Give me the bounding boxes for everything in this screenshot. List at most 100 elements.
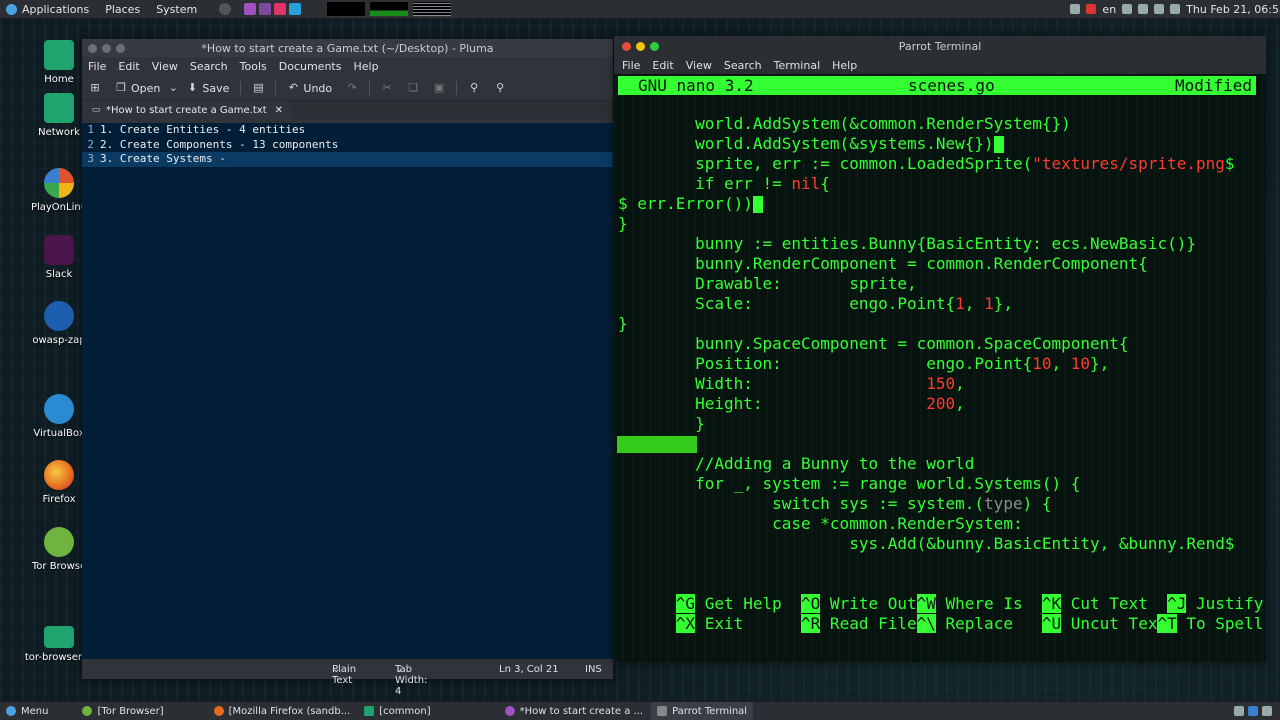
menu-file[interactable]: File <box>82 60 112 73</box>
copy-button[interactable]: ❏ <box>400 77 426 99</box>
menu-edit[interactable]: Edit <box>112 60 145 73</box>
network-icon[interactable] <box>1170 4 1181 14</box>
syntax-mode-selector[interactable]: Plain Text ⌄ <box>332 664 356 686</box>
shortcut-to-spell[interactable]: ^T To Spell <box>1157 614 1263 633</box>
document-tab[interactable]: ▭ *How to start create a Game.txt ✕ <box>82 101 292 119</box>
minimize-button[interactable] <box>102 43 111 53</box>
terminal-titlebar[interactable]: Parrot Terminal <box>614 36 1266 56</box>
memory-graph <box>369 1 410 17</box>
parrot-logo-icon[interactable] <box>6 3 17 15</box>
code-line: if err != nil{ <box>618 174 830 193</box>
clock[interactable]: Thu Feb 21, 06:55 <box>1186 3 1280 16</box>
menu-search[interactable]: Search <box>184 60 234 73</box>
code-line: Position: engo.Point{10, 10}, <box>618 354 1110 373</box>
folder-icon <box>364 706 375 716</box>
open-dropdown-icon[interactable]: ⌄ <box>167 82 179 94</box>
menu-documents[interactable]: Documents <box>273 60 348 73</box>
shortcut-read-file[interactable]: ^R Read File <box>801 614 917 633</box>
cpu-graph <box>326 1 367 17</box>
taskbar-item-terminal[interactable]: Parrot Terminal <box>651 702 754 720</box>
workspace-icon[interactable] <box>1234 706 1244 716</box>
update-icon[interactable] <box>1070 4 1081 14</box>
close-button[interactable] <box>88 43 97 53</box>
pluma-titlebar[interactable]: *How to start create a Game.txt (~/Deskt… <box>82 39 613 57</box>
document-icon: ▭ <box>91 105 101 115</box>
mail-icon[interactable] <box>1138 4 1149 14</box>
tab-width-selector[interactable]: Tab Width: 4 ⌄ <box>395 664 427 697</box>
menu-terminal[interactable]: Terminal <box>768 59 827 72</box>
keyboard-layout[interactable]: en <box>1102 3 1116 16</box>
record-icon[interactable] <box>1086 4 1097 14</box>
menu-edit[interactable]: Edit <box>646 59 679 72</box>
workspace-icon[interactable] <box>1262 706 1272 716</box>
code-line: bunny := entities.Bunny{BasicEntity: ecs… <box>618 234 1196 253</box>
main-menu-button[interactable]: Menu <box>0 702 54 720</box>
tor-browser-icon <box>44 527 74 557</box>
volume-icon[interactable] <box>1154 4 1165 14</box>
applications-menu[interactable]: Applications <box>22 0 97 18</box>
tor-browser-icon <box>82 706 93 716</box>
slack-icon <box>44 235 74 265</box>
workspace-active-icon[interactable] <box>1248 706 1258 716</box>
editor-launcher-icon[interactable] <box>244 3 257 15</box>
menu-icon <box>6 706 16 716</box>
owasp-zap-icon <box>44 301 74 331</box>
cut-button[interactable]: ✂ <box>374 77 400 99</box>
playonlinux-icon <box>44 168 74 198</box>
taskbar-item-pluma[interactable]: *How to start create a ... <box>499 702 649 720</box>
system-menu[interactable]: System <box>148 0 205 18</box>
minimize-button[interactable] <box>636 41 645 51</box>
line-number: 1 <box>87 123 94 136</box>
editor-line-current: 3 3. Create Systems - <box>82 152 613 167</box>
toolbar-separator <box>275 81 277 95</box>
paste-button[interactable]: ▣ <box>426 77 452 99</box>
maximize-button[interactable] <box>116 43 125 53</box>
close-tab-icon[interactable]: ✕ <box>275 105 283 116</box>
shortcut-replace[interactable]: ^\ Replace <box>916 614 1042 633</box>
menu-search[interactable]: Search <box>718 59 768 72</box>
new-document-button[interactable]: ⊞ <box>82 77 108 99</box>
home-folder-icon <box>44 40 74 70</box>
cursor-position: Ln 3, Col 21 <box>499 663 559 675</box>
menu-view[interactable]: View <box>146 60 184 73</box>
taskbar-item-firefox[interactable]: [Mozilla Firefox (sandb... <box>208 702 357 720</box>
menu-view[interactable]: View <box>680 59 718 72</box>
shortcut-exit[interactable]: ^X Exit <box>675 614 801 633</box>
menu-file[interactable]: File <box>616 59 646 72</box>
terminal-body[interactable]: GNU nano 3.2 scenes.go Modified world.Ad… <box>614 74 1266 662</box>
open-button[interactable]: ❐ Open <box>108 77 167 99</box>
pluma-toolbar: ⊞ ❐ Open ⌄ ⬇ Save ▤ ↶ Undo ↷ ✂ ❏ ▣ ⚲ ⚲ <box>82 76 613 101</box>
save-button[interactable]: ⬇ Save <box>179 77 236 99</box>
code-line: bunny.SpaceComponent = common.SpaceCompo… <box>618 334 1129 353</box>
taskbar-item-common[interactable]: [common] <box>358 702 436 720</box>
places-menu[interactable]: Places <box>97 0 148 18</box>
pluma-icon <box>504 706 515 716</box>
print-button[interactable]: ▤ <box>245 77 271 99</box>
find-replace-button[interactable]: ⚲ <box>487 77 513 99</box>
pluma-statusbar: Plain Text ⌄ Tab Width: 4 ⌄ Ln 3, Col 21… <box>82 659 613 697</box>
close-button[interactable] <box>622 41 631 51</box>
browser-launcher-icon[interactable] <box>289 3 302 15</box>
editor-line: 1 1. Create Entities - 4 entities <box>82 123 613 138</box>
menu-help[interactable]: Help <box>826 59 863 72</box>
undo-button[interactable]: ↶ Undo <box>280 77 339 99</box>
menu-help[interactable]: Help <box>347 60 384 73</box>
nano-shortcuts-row-1: ^G Get Help ^O Write Out^W Where Is ^K C… <box>618 574 1263 613</box>
display-icon[interactable] <box>1122 4 1133 14</box>
shortcut-uncut-text[interactable]: ^U Uncut Tex <box>1041 614 1157 633</box>
slack-launcher-icon[interactable] <box>259 3 272 15</box>
firefox-icon <box>44 460 74 490</box>
maximize-button[interactable] <box>650 41 659 51</box>
find-button[interactable]: ⚲ <box>461 77 487 99</box>
menu-tools[interactable]: Tools <box>234 60 273 73</box>
taskbar-item-tor-browser[interactable]: [Tor Browser] <box>76 702 169 720</box>
app-launcher-icon[interactable] <box>274 3 287 15</box>
text-editor[interactable]: 1 1. Create Entities - 4 entities 2 2. C… <box>82 123 613 659</box>
code-line: Scale: engo.Point{1, 1}, <box>618 294 1013 313</box>
copy-icon: ❏ <box>408 81 419 94</box>
code-line: //Adding a Bunny to the world <box>618 454 975 473</box>
search-replace-icon: ⚲ <box>496 81 505 94</box>
redo-button[interactable]: ↷ <box>339 77 365 99</box>
terminal-menubar: File Edit View Search Terminal Help <box>614 56 1266 74</box>
terminal-launcher-icon[interactable] <box>219 3 232 15</box>
